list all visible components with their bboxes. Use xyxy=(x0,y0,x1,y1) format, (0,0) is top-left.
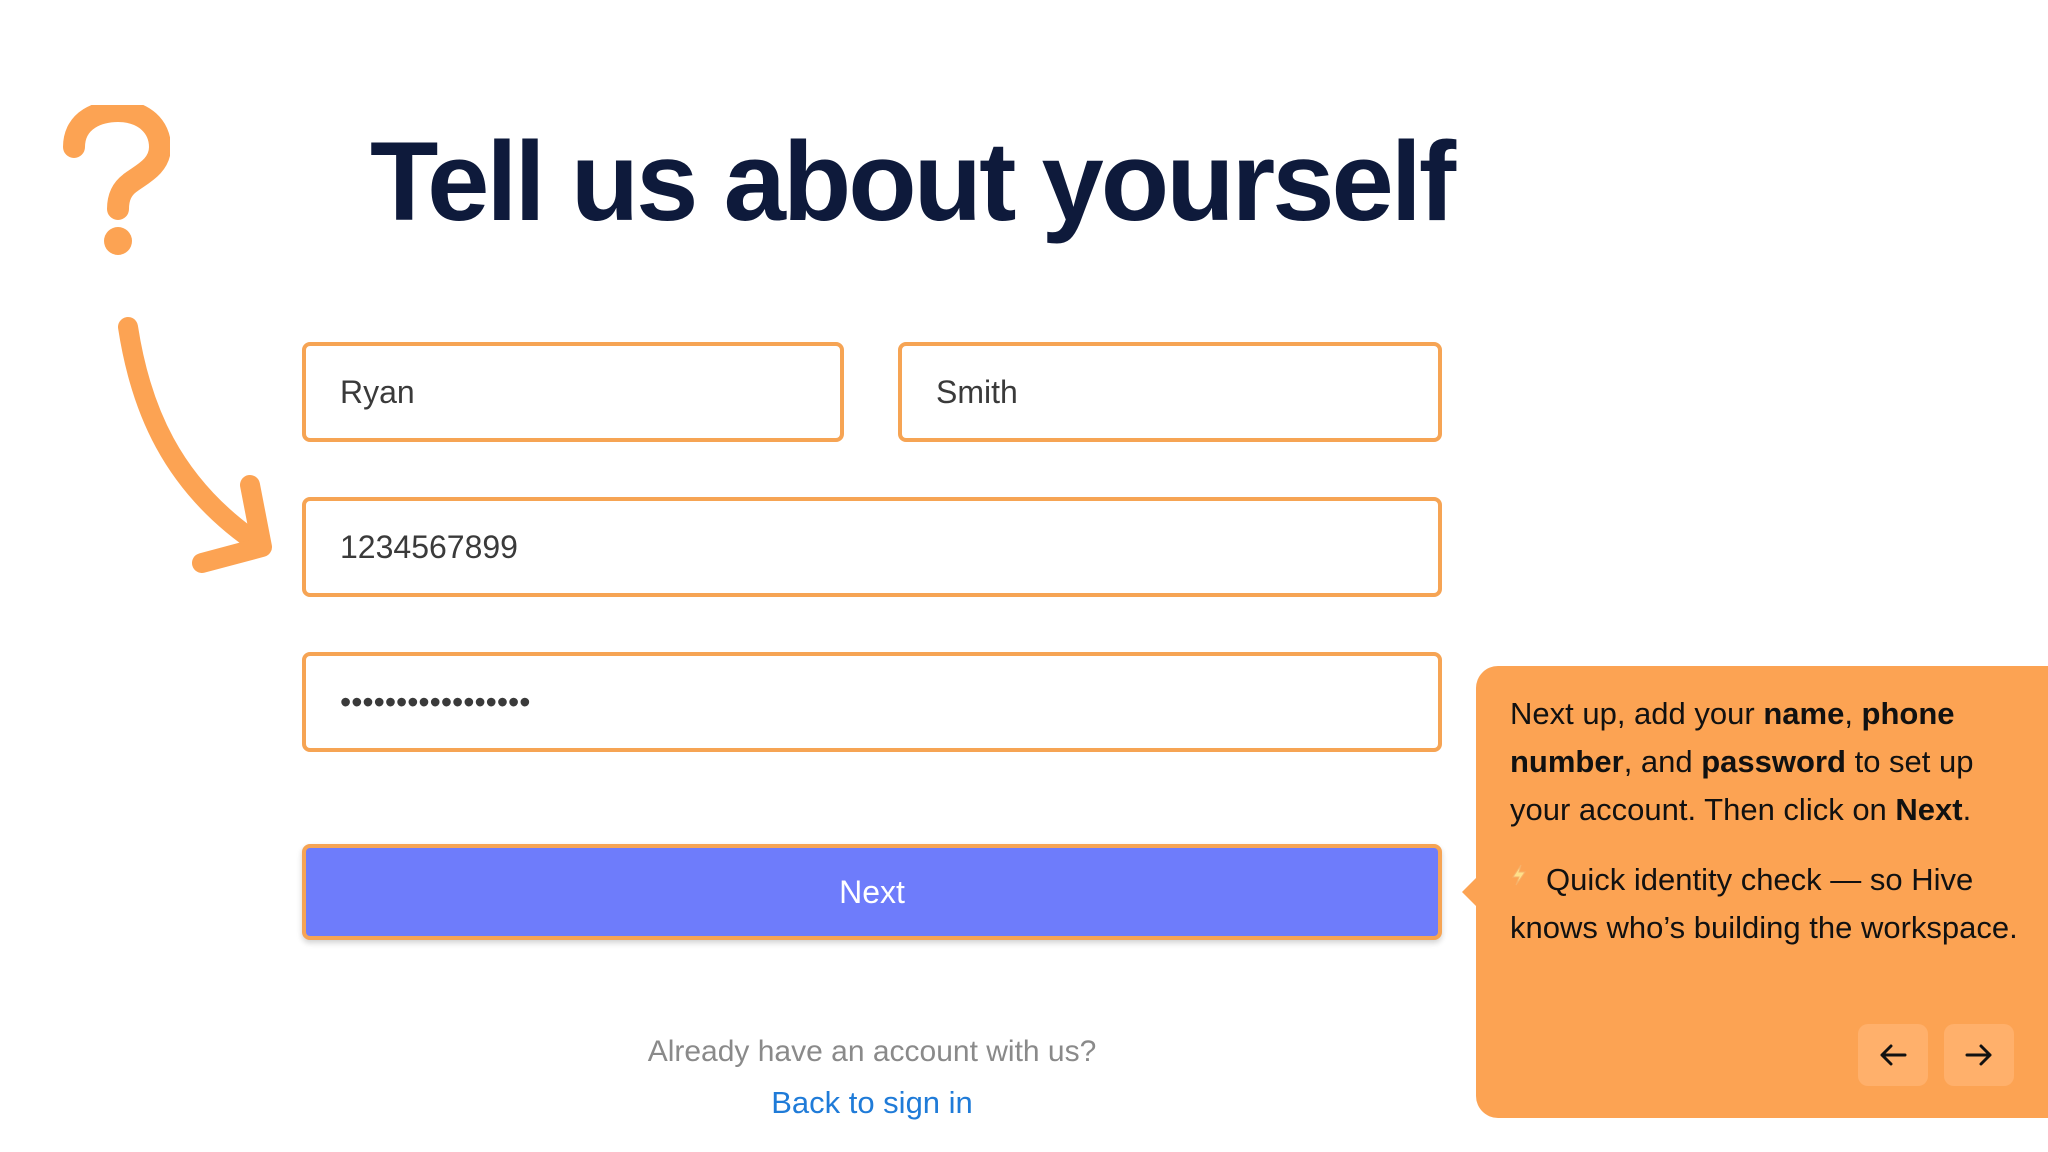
onboarding-tooltip: Next up, add your name, phone number, an… xyxy=(1462,666,2048,1118)
already-account-text: Already have an account with us? xyxy=(647,1035,1097,1068)
lightning-bolt-icon xyxy=(1512,864,1526,886)
question-mark-icon xyxy=(63,105,170,255)
arrow-right-icon xyxy=(1965,1044,1992,1066)
first-name-field[interactable] xyxy=(302,342,844,442)
tooltip-prev-button[interactable] xyxy=(1858,1024,1928,1086)
password-field[interactable] xyxy=(302,652,1442,752)
tooltip-next-button[interactable] xyxy=(1944,1024,2014,1086)
last-name-field[interactable] xyxy=(898,342,1442,442)
curved-arrow-icon xyxy=(118,317,272,573)
arrow-left-icon xyxy=(1880,1044,1907,1066)
tooltip-instructions: Next up, add your name, phone number, an… xyxy=(1510,696,1974,827)
back-to-sign-in-link[interactable]: Back to sign in xyxy=(302,1085,1442,1121)
page-title: Tell us about yourself xyxy=(370,119,1456,244)
phone-number-field[interactable] xyxy=(302,497,1442,597)
tooltip-password-keyword: password xyxy=(1701,744,1846,779)
next-button[interactable]: Next xyxy=(302,844,1442,940)
tooltip-name-keyword: name xyxy=(1763,696,1845,731)
tooltip-note: Quick identity check — so Hive knows who… xyxy=(1510,862,2018,945)
tooltip-next-keyword: Next xyxy=(1895,792,1963,827)
